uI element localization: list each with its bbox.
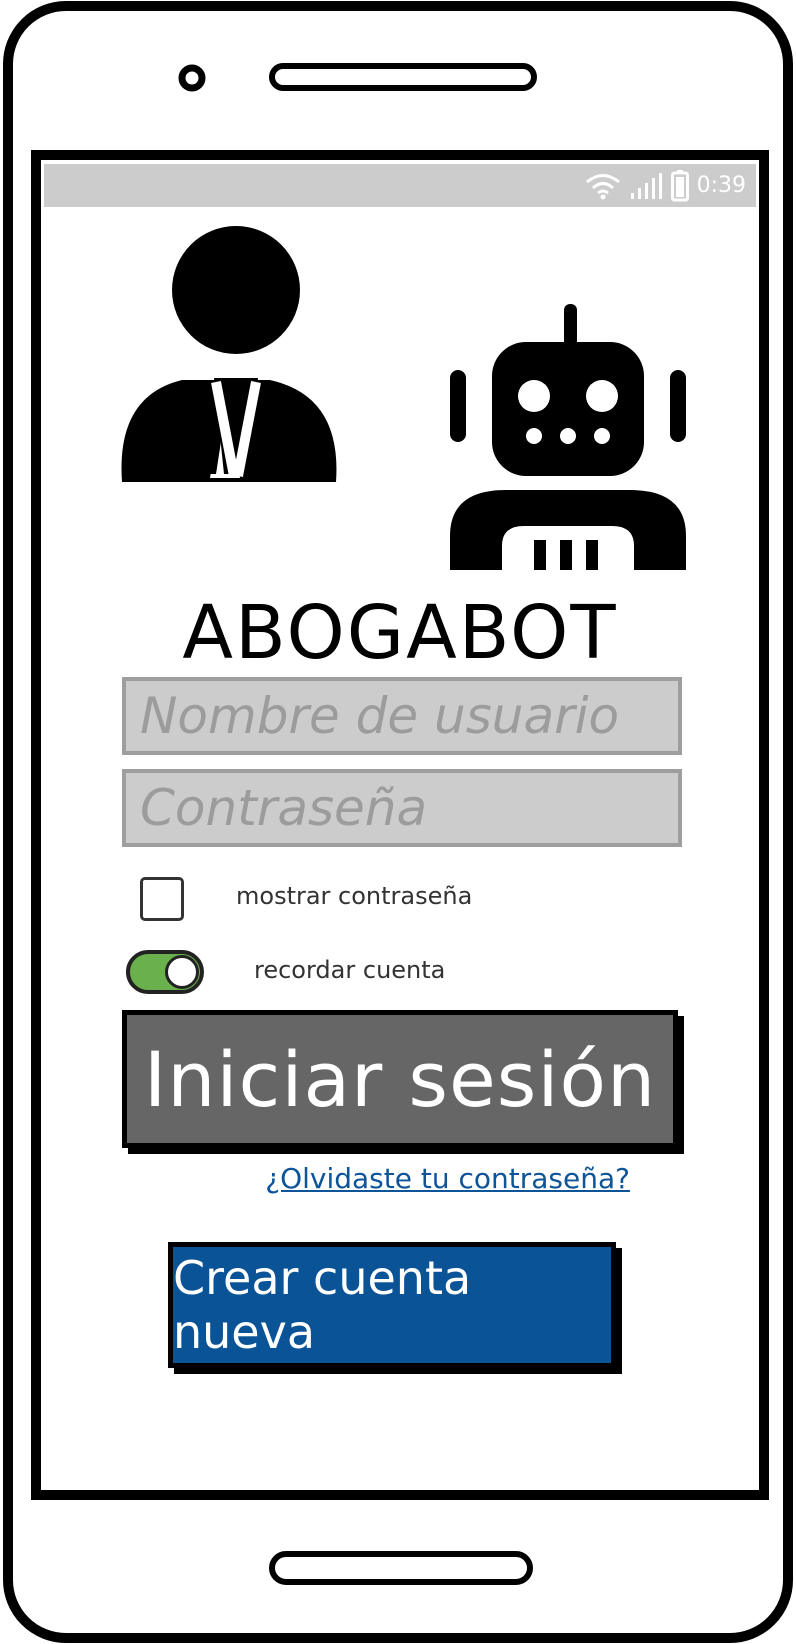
username-field-box[interactable] xyxy=(122,677,682,755)
wifi-icon xyxy=(585,173,620,199)
show-password-label: mostrar contraseña xyxy=(236,882,473,910)
toggle-knob xyxy=(165,955,199,989)
remember-account-label: recordar cuenta xyxy=(254,956,446,984)
create-account-button[interactable]: Crear cuenta nueva xyxy=(168,1242,616,1368)
username-input[interactable] xyxy=(138,686,666,746)
forgot-password-link[interactable]: ¿Olvidaste tu contraseña? xyxy=(200,1162,630,1195)
battery-icon xyxy=(670,169,689,201)
status-bar: 0:39 xyxy=(44,164,756,207)
robot-icon xyxy=(450,304,686,570)
status-time: 0:39 xyxy=(696,173,746,198)
password-input[interactable] xyxy=(138,778,666,838)
login-button[interactable]: Iniciar sesión xyxy=(122,1010,678,1148)
show-password-checkbox[interactable] xyxy=(140,877,184,921)
remember-account-toggle[interactable] xyxy=(126,950,204,994)
signal-icon xyxy=(630,172,662,199)
app-title: ABOGABOT xyxy=(182,590,618,676)
password-field-box[interactable] xyxy=(122,769,682,847)
person-icon xyxy=(121,226,337,482)
